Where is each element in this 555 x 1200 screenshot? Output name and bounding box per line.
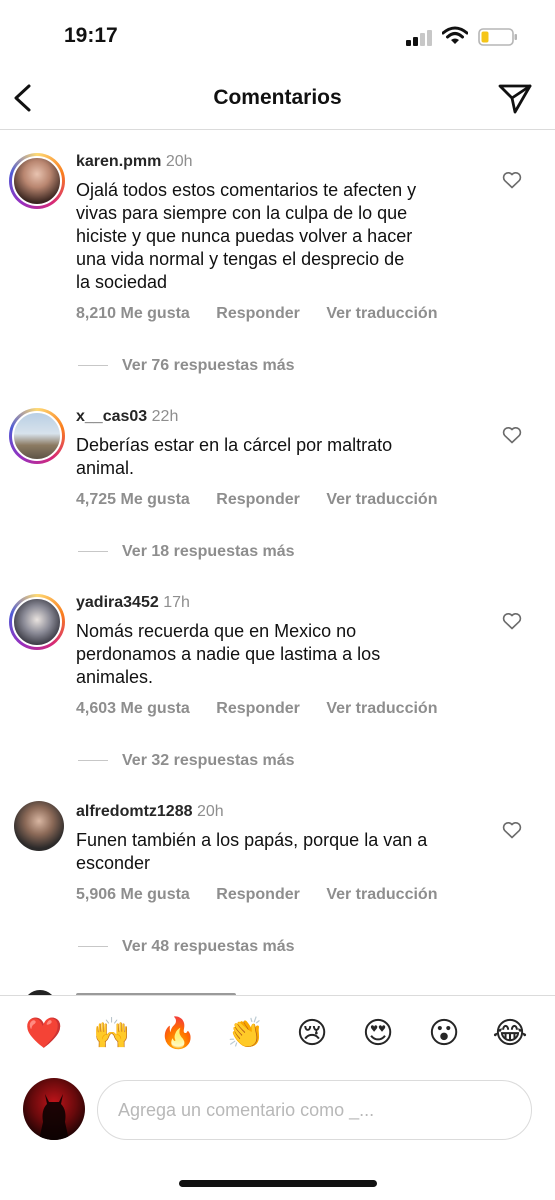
view-replies-label: Ver 48 respuestas más [122,938,295,955]
like-heart-icon[interactable] [502,821,522,839]
comment-text-line: esconder [76,853,151,873]
comment-text-line: Funen también a los papás, porque la van… [76,830,428,850]
comment-text-line: animales. [76,667,154,687]
surprised-face-icon[interactable]: 😮 [424,1016,464,1052]
comments-list: karen.pmm 20h Ojalá todos estos comentar… [0,131,555,995]
comment-text-line: hiciste y que nunca puedas volver a hace… [76,226,413,246]
battery-icon [478,28,517,46]
status-time: 19:17 [64,24,118,47]
likes-count[interactable]: 4,603 Me gusta [76,700,190,717]
comment-actions: 8,210 Me gusta Responder Ver traducción [76,305,459,323]
comment-actions: 5,906 Me gusta Responder Ver traducción [76,886,459,904]
raising-hands-icon[interactable]: 🙌 [92,1016,132,1052]
clapping-hands-icon[interactable]: 👏 [226,1016,266,1052]
view-replies-button[interactable]: Ver 76 respuestas más [78,357,295,375]
comment-time: 20h [165,153,193,170]
translate-button[interactable]: Ver traducción [326,886,437,903]
comment-text-line: una vida normal y tengas el desprecio de [76,249,405,269]
signal-icon [406,30,432,46]
replies-divider [78,365,108,367]
wifi-icon [442,26,468,44]
crying-face-icon[interactable]: 😢 [292,1016,332,1052]
translate-button[interactable]: Ver traducción [326,491,437,508]
comment-time: 20h [196,803,224,820]
fire-icon[interactable]: 🔥 [158,1016,198,1052]
comment-input[interactable] [97,1080,532,1140]
view-replies-label: Ver 32 respuestas más [122,752,295,769]
comment-actions: 4,603 Me gusta Responder Ver traducción [76,700,459,718]
likes-count[interactable]: 5,906 Me gusta [76,886,190,903]
comment-text: Ojalá todos estos comentarios te afecten… [76,179,486,294]
translate-button[interactable]: Ver traducción [326,305,437,322]
comment-header: x__cas03 22h [76,408,178,426]
comment-text-line: Ojalá todos estos comentarios te afecten… [76,180,417,200]
avatar-figure-icon [39,1094,69,1140]
reply-button[interactable]: Responder [216,700,300,717]
status-bar: 19:17 [0,0,555,70]
likes-count[interactable]: 8,210 Me gusta [76,305,190,322]
comment-text-line: animal. [76,458,135,478]
replies-divider [78,760,108,762]
like-heart-icon[interactable] [502,612,522,630]
heart-eyes-icon[interactable]: 😍 [358,1016,398,1052]
avatar[interactable] [9,594,65,650]
comment-header: alfredomtz1288 20h [76,803,224,821]
tears-of-joy-icon[interactable]: 😂 [490,1016,530,1052]
comment-header: yadira3452 17h [76,594,190,612]
comment-time: 17h [163,594,190,611]
view-replies-button[interactable]: Ver 18 respuestas más [78,543,295,561]
view-replies-button[interactable]: Ver 48 respuestas más [78,938,295,956]
reply-button[interactable]: Responder [216,491,300,508]
comment-composer: ❤️ 🙌 🔥 👏 😢 😍 😮 😂 [0,995,555,1200]
like-heart-icon[interactable] [502,426,522,444]
comment-text: Funen también a los papás, porque la van… [76,829,486,875]
comment-text-line: la sociedad [76,272,168,292]
direct-send-icon[interactable] [496,80,534,116]
comment-text: Nomás recuerda que en Mexico no perdonam… [76,620,486,689]
header-bar: Comentarios [0,70,555,130]
comment-header: karen.pmm 20h [76,153,193,171]
likes-count[interactable]: 4,725 Me gusta [76,491,190,508]
like-heart-icon[interactable] [502,171,522,189]
comment-text-line: Nomás recuerda que en Mexico no [76,621,357,641]
red-heart-icon[interactable]: ❤️ [24,1016,64,1052]
avatar[interactable] [9,408,65,464]
translate-button[interactable]: Ver traducción [326,700,437,717]
comment-username[interactable]: karen.pmm [76,153,161,170]
comment-username[interactable]: x__cas03 [76,408,147,425]
comment-time: 22h [151,408,179,425]
page-title: Comentarios [213,86,342,109]
comment-text-line: perdonamos a nadie que lastima a los [76,644,381,664]
home-indicator [179,1180,377,1187]
comment-username[interactable]: yadira3452 [76,594,159,611]
reply-button[interactable]: Responder [216,886,300,903]
view-replies-label: Ver 18 respuestas más [122,543,295,560]
comment-item-partial [0,987,555,995]
view-replies-button[interactable]: Ver 32 respuestas más [78,752,295,770]
emoji-reaction-bar: ❤️ 🙌 🔥 👏 😢 😍 😮 😂 [0,1016,555,1056]
replies-divider [78,551,108,553]
comment-username[interactable]: alfredomtz1288 [76,803,193,820]
replies-divider [78,946,108,948]
comment-actions: 4,725 Me gusta Responder Ver traducción [76,491,459,509]
view-replies-label: Ver 76 respuestas más [122,357,295,374]
avatar[interactable] [14,801,64,851]
avatar[interactable] [9,153,65,209]
comment-text-line: vivas para siempre con la culpa de lo qu… [76,203,408,223]
reply-button[interactable]: Responder [216,305,300,322]
current-user-avatar [23,1078,85,1140]
comment-text: Deberías estar en la cárcel por maltrato… [76,434,486,480]
comment-text-line: Deberías estar en la cárcel por maltrato [76,435,393,455]
